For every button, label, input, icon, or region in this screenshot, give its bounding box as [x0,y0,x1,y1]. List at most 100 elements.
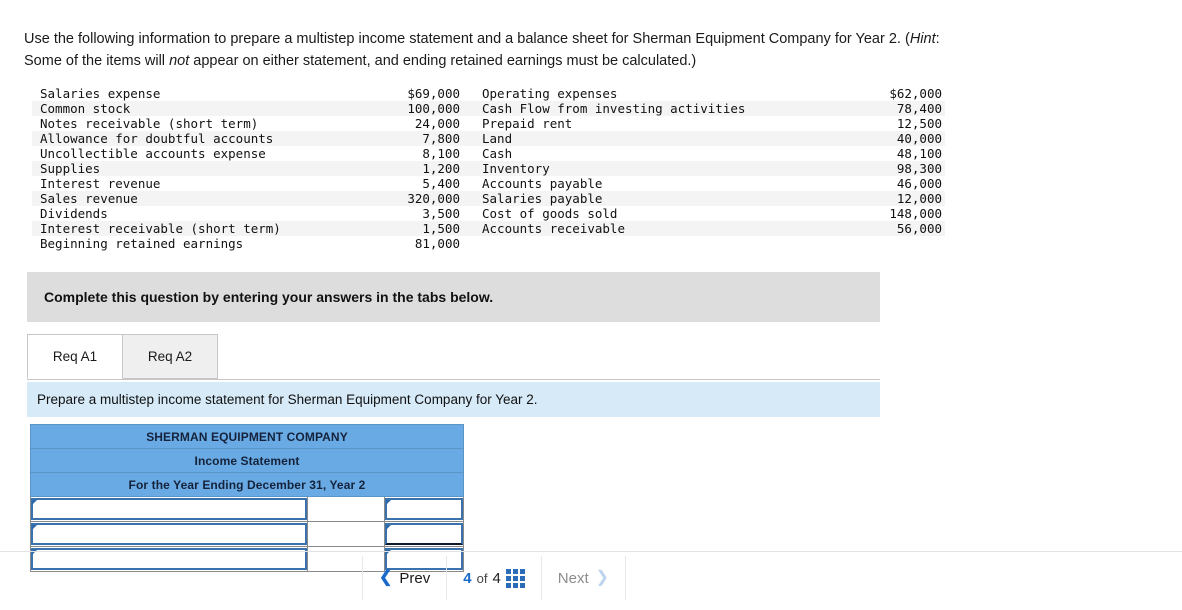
dropdown-marker-icon [32,525,37,530]
given-right-label [474,236,852,251]
worksheet-input-row [30,496,465,522]
table-row: Supplies 1,200 Inventory 98,300 [32,161,945,176]
given-left-value: 24,000 [372,116,462,131]
worksheet-mid-cell[interactable] [307,521,385,547]
tab-req-a2-label: Req A2 [147,349,193,364]
given-left-value: 8,100 [372,146,462,161]
worksheet-label-cell[interactable] [30,521,308,547]
answer-worksheet-body: SHERMAN EQUIPMENT COMPANY Income Stateme… [29,424,465,572]
instruction-band-text: Complete this question by entering your … [44,289,494,305]
worksheet-right-cell[interactable] [383,521,465,547]
grid-view-icon[interactable] [505,568,525,588]
worksheet-mid-cell[interactable] [307,496,385,522]
given-right-value: 12,000 [852,191,945,206]
chevron-left-icon: ❮ [379,569,393,586]
worksheet-period-title: For the Year Ending December 31, Year 2 [29,472,465,497]
nav-separator [625,556,627,600]
given-right-label: Accounts payable [474,176,852,191]
given-left-label: Interest receivable (short term) [32,221,372,236]
given-right-label: Salaries payable [474,191,852,206]
given-left-label: Dividends [32,206,372,221]
worksheet-header-row: For the Year Ending December 31, Year 2 [29,472,465,497]
dropdown-marker-icon [386,500,391,505]
given-left-value: 1,500 [372,221,462,236]
table-row: Notes receivable (short term) 24,000 Pre… [32,116,945,131]
given-right-value [852,236,945,251]
table-row: Common stock 100,000 Cash Flow from inve… [32,101,945,116]
worksheet-input-row [30,521,465,547]
given-left-label: Supplies [32,161,372,176]
table-row: Beginning retained earnings 81,000 [32,236,945,251]
prev-button-label: Prev [399,569,431,587]
given-right-value: 56,000 [852,221,945,236]
grid-cell [505,568,511,574]
worksheet-header-row: Income Statement [29,448,465,473]
label-input-field[interactable] [31,523,307,545]
given-left-value: 81,000 [372,236,462,251]
grid-cell [512,582,518,588]
given-right-label: Cash [474,146,852,161]
worksheet-label-cell[interactable] [30,496,308,522]
table-row: Allowance for doubtful accounts 7,800 La… [32,131,945,146]
table-row: Interest receivable (short term) 1,500 A… [32,221,945,236]
hint-label: Hint [909,31,936,47]
table-row: Interest revenue 5,400 Accounts payable … [32,176,945,191]
given-right-value: 40,000 [852,131,945,146]
column-gap [462,86,474,101]
instruction-band: Complete this question by entering your … [27,272,880,322]
page-of-label: of [476,570,488,586]
given-left-value: 7,800 [372,131,462,146]
tab-req-a1[interactable]: Req A1 [27,334,123,379]
dropdown-marker-icon [32,500,37,505]
grid-cell [505,582,511,588]
given-right-value: 46,000 [852,176,945,191]
given-left-label: Notes receivable (short term) [32,116,372,131]
next-button-label: Next [557,569,589,587]
next-button[interactable]: Next ❯ [542,552,625,604]
given-left-label: Common stock [32,101,372,116]
given-left-label: Interest revenue [32,176,372,191]
given-right-value: 78,400 [852,101,945,116]
question-prompt: Use the following information to prepare… [24,28,969,72]
page-indicator: 4 of 4 [447,552,541,604]
total-page-number: 4 [492,569,501,587]
right-input-field[interactable] [385,523,464,545]
given-right-label: Prepaid rent [474,116,852,131]
right-input-field[interactable] [385,498,464,520]
table-row: Sales revenue 320,000 Salaries payable 1… [32,191,945,206]
table-row: Salaries expense $69,000 Operating expen… [32,86,945,101]
column-gap [462,206,474,221]
given-left-value: 3,500 [372,206,462,221]
grid-cell [519,582,525,588]
question-line-2-part-a: 2. ( [888,31,910,47]
prev-button[interactable]: ❮ Prev [363,552,446,604]
grid-cell [505,575,511,581]
given-right-label: Accounts receivable [474,221,852,236]
column-gap [462,221,474,236]
given-left-value: 5,400 [372,176,462,191]
given-left-label: Sales revenue [32,191,372,206]
grid-cell [519,568,525,574]
column-gap [462,191,474,206]
given-data-table: Salaries expense $69,000 Operating expen… [32,86,945,251]
grid-cell [519,575,525,581]
given-left-value: 320,000 [372,191,462,206]
given-right-label: Inventory [474,161,852,176]
column-gap [462,236,474,251]
column-gap [462,176,474,191]
question-line-1: Use the following information to prepare… [24,31,885,47]
requirement-band-text: Prepare a multistep income statement for… [37,392,538,407]
grid-cell [512,575,518,581]
tab-req-a2[interactable]: Req A2 [122,334,218,379]
requirement-band: Prepare a multistep income statement for… [27,382,880,417]
tabs-row: Req A1 Req A2 [27,334,218,379]
dropdown-marker-icon [386,525,391,530]
worksheet-statement-title: Income Statement [29,448,465,473]
given-left-label: Uncollectible accounts expense [32,146,372,161]
given-left-value: 100,000 [372,101,462,116]
label-input-field[interactable] [31,498,307,520]
given-left-label: Allowance for doubtful accounts [32,131,372,146]
worksheet-right-cell[interactable] [383,496,465,522]
given-left-value: $69,000 [372,86,462,101]
chevron-right-icon: ❯ [595,569,610,586]
